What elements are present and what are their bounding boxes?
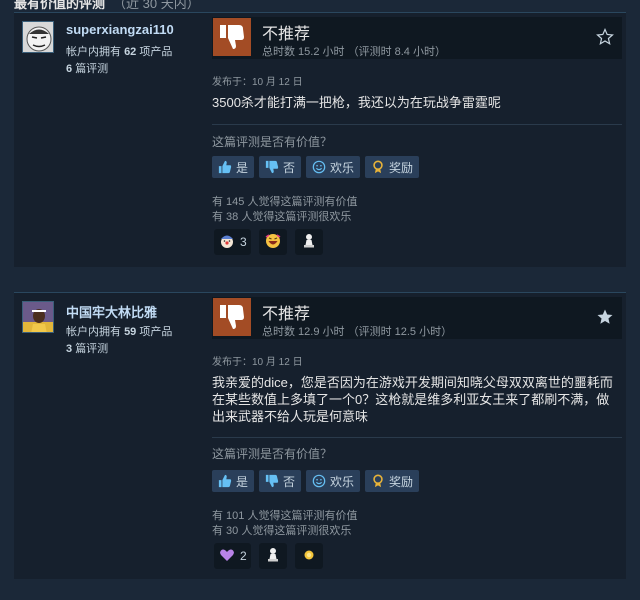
review-card: 中国牢大林比雅 帐户内拥有 59 项产品 3 篇评测 不推荐 总时数 12.9 … bbox=[14, 292, 626, 579]
review-playtime: 总时数 12.9 小时 （评测时 12.5 小时） bbox=[262, 326, 453, 338]
section-title: 最有价值的评测 （近 30 天内） bbox=[14, 0, 200, 10]
avatar-meme-face-icon bbox=[23, 22, 53, 52]
author-reviews[interactable]: 3 篇评测 bbox=[66, 340, 108, 356]
review-verdict: 不推荐 bbox=[262, 306, 311, 323]
review-posted-date: 发布于：10 月 12 日 bbox=[212, 77, 303, 88]
review-verdict: 不推荐 bbox=[262, 26, 311, 43]
award-item[interactable] bbox=[294, 229, 323, 255]
awards-row: 2 bbox=[214, 543, 323, 569]
award-item[interactable]: 3 bbox=[214, 229, 251, 255]
vote-yes-button[interactable]: 是 bbox=[212, 470, 255, 492]
review-body: 3500杀才能打满一把枪，我还以为在玩战争雷霆呢 bbox=[212, 95, 501, 110]
vote-buttons: 是 否 欢乐 奖励 bbox=[212, 156, 420, 178]
helpful-question: 这篇评测是否有价值？ bbox=[212, 135, 333, 149]
section-subtitle: （近 30 天内） bbox=[113, 0, 200, 10]
review-playtime: 总时数 15.2 小时 （评测时 8.4 小时） bbox=[262, 46, 446, 58]
vote-no-button[interactable]: 否 bbox=[259, 470, 302, 492]
section-header: 最有价值的评测 （近 30 天内） bbox=[0, 0, 640, 10]
avatar[interactable] bbox=[22, 21, 54, 53]
award-item[interactable] bbox=[258, 543, 287, 569]
award-item[interactable]: 2 bbox=[214, 543, 251, 569]
funny-count: 有 30 人觉得这篇评测很欢乐 bbox=[212, 525, 352, 537]
author-products[interactable]: 帐户内拥有 62 项产品 bbox=[66, 43, 172, 59]
review-body: 我亲爱的dice，您是否因为在游戏开发期间知晓父母双双离世的噩耗而在某些数值上多… bbox=[212, 375, 613, 424]
laughing-face-award-icon bbox=[264, 232, 282, 253]
author-name[interactable]: superxiangzai110 bbox=[66, 22, 174, 37]
thumbs-down-small-icon bbox=[265, 160, 279, 174]
pawn-award-icon bbox=[264, 546, 282, 567]
author-products[interactable]: 帐户内拥有 59 项产品 bbox=[66, 323, 172, 339]
review-header[interactable]: 不推荐 总时数 12.9 小时 （评测时 12.5 小时） bbox=[212, 297, 622, 339]
author-reviews[interactable]: 6 篇评测 bbox=[66, 60, 108, 76]
thumbs-down-small-icon bbox=[265, 474, 279, 488]
award-button[interactable]: 奖励 bbox=[365, 156, 420, 178]
smiley-icon bbox=[312, 160, 326, 174]
helpful-count: 有 145 人觉得这篇评测有价值 bbox=[212, 196, 358, 208]
review-posted-date: 发布于：10 月 12 日 bbox=[212, 357, 303, 368]
thumbs-up-icon bbox=[218, 160, 232, 174]
award-item[interactable] bbox=[294, 543, 323, 569]
vote-funny-button[interactable]: 欢乐 bbox=[306, 156, 361, 178]
review-card: superxiangzai110 帐户内拥有 62 项产品 6 篇评测 不推荐 … bbox=[14, 12, 626, 267]
award-ribbon-icon bbox=[371, 160, 385, 174]
author-name[interactable]: 中国牢大林比雅 bbox=[66, 302, 157, 321]
vote-no-button[interactable]: 否 bbox=[259, 156, 302, 178]
awards-row: 3 bbox=[214, 229, 323, 255]
star-filled-icon[interactable] bbox=[596, 308, 614, 331]
award-item[interactable] bbox=[258, 229, 287, 255]
vote-buttons: 是 否 欢乐 奖励 bbox=[212, 470, 420, 492]
helpful-count: 有 101 人觉得这篇评测有价值 bbox=[212, 510, 358, 522]
review-divider bbox=[212, 437, 622, 438]
vote-funny-button[interactable]: 欢乐 bbox=[306, 470, 361, 492]
thumbs-down-icon bbox=[213, 18, 251, 56]
thumbs-up-icon bbox=[218, 474, 232, 488]
smiley-icon bbox=[312, 474, 326, 488]
avatar-player-icon bbox=[23, 302, 53, 332]
helpful-question: 这篇评测是否有价值？ bbox=[212, 447, 333, 461]
award-button[interactable]: 奖励 bbox=[365, 470, 420, 492]
star-outline-icon[interactable] bbox=[596, 28, 614, 51]
heart-hands-award-icon bbox=[218, 546, 236, 567]
review-divider bbox=[212, 124, 622, 125]
review-header[interactable]: 不推荐 总时数 15.2 小时 （评测时 8.4 小时） bbox=[212, 17, 622, 59]
award-ribbon-icon bbox=[371, 474, 385, 488]
thumbs-down-icon bbox=[213, 298, 251, 336]
clown-award-icon bbox=[218, 232, 236, 253]
vote-yes-button[interactable]: 是 bbox=[212, 156, 255, 178]
gold-coin-award-icon bbox=[300, 546, 318, 567]
pawn-award-icon bbox=[300, 232, 318, 253]
avatar[interactable] bbox=[22, 301, 54, 333]
funny-count: 有 38 人觉得这篇评测很欢乐 bbox=[212, 211, 352, 223]
